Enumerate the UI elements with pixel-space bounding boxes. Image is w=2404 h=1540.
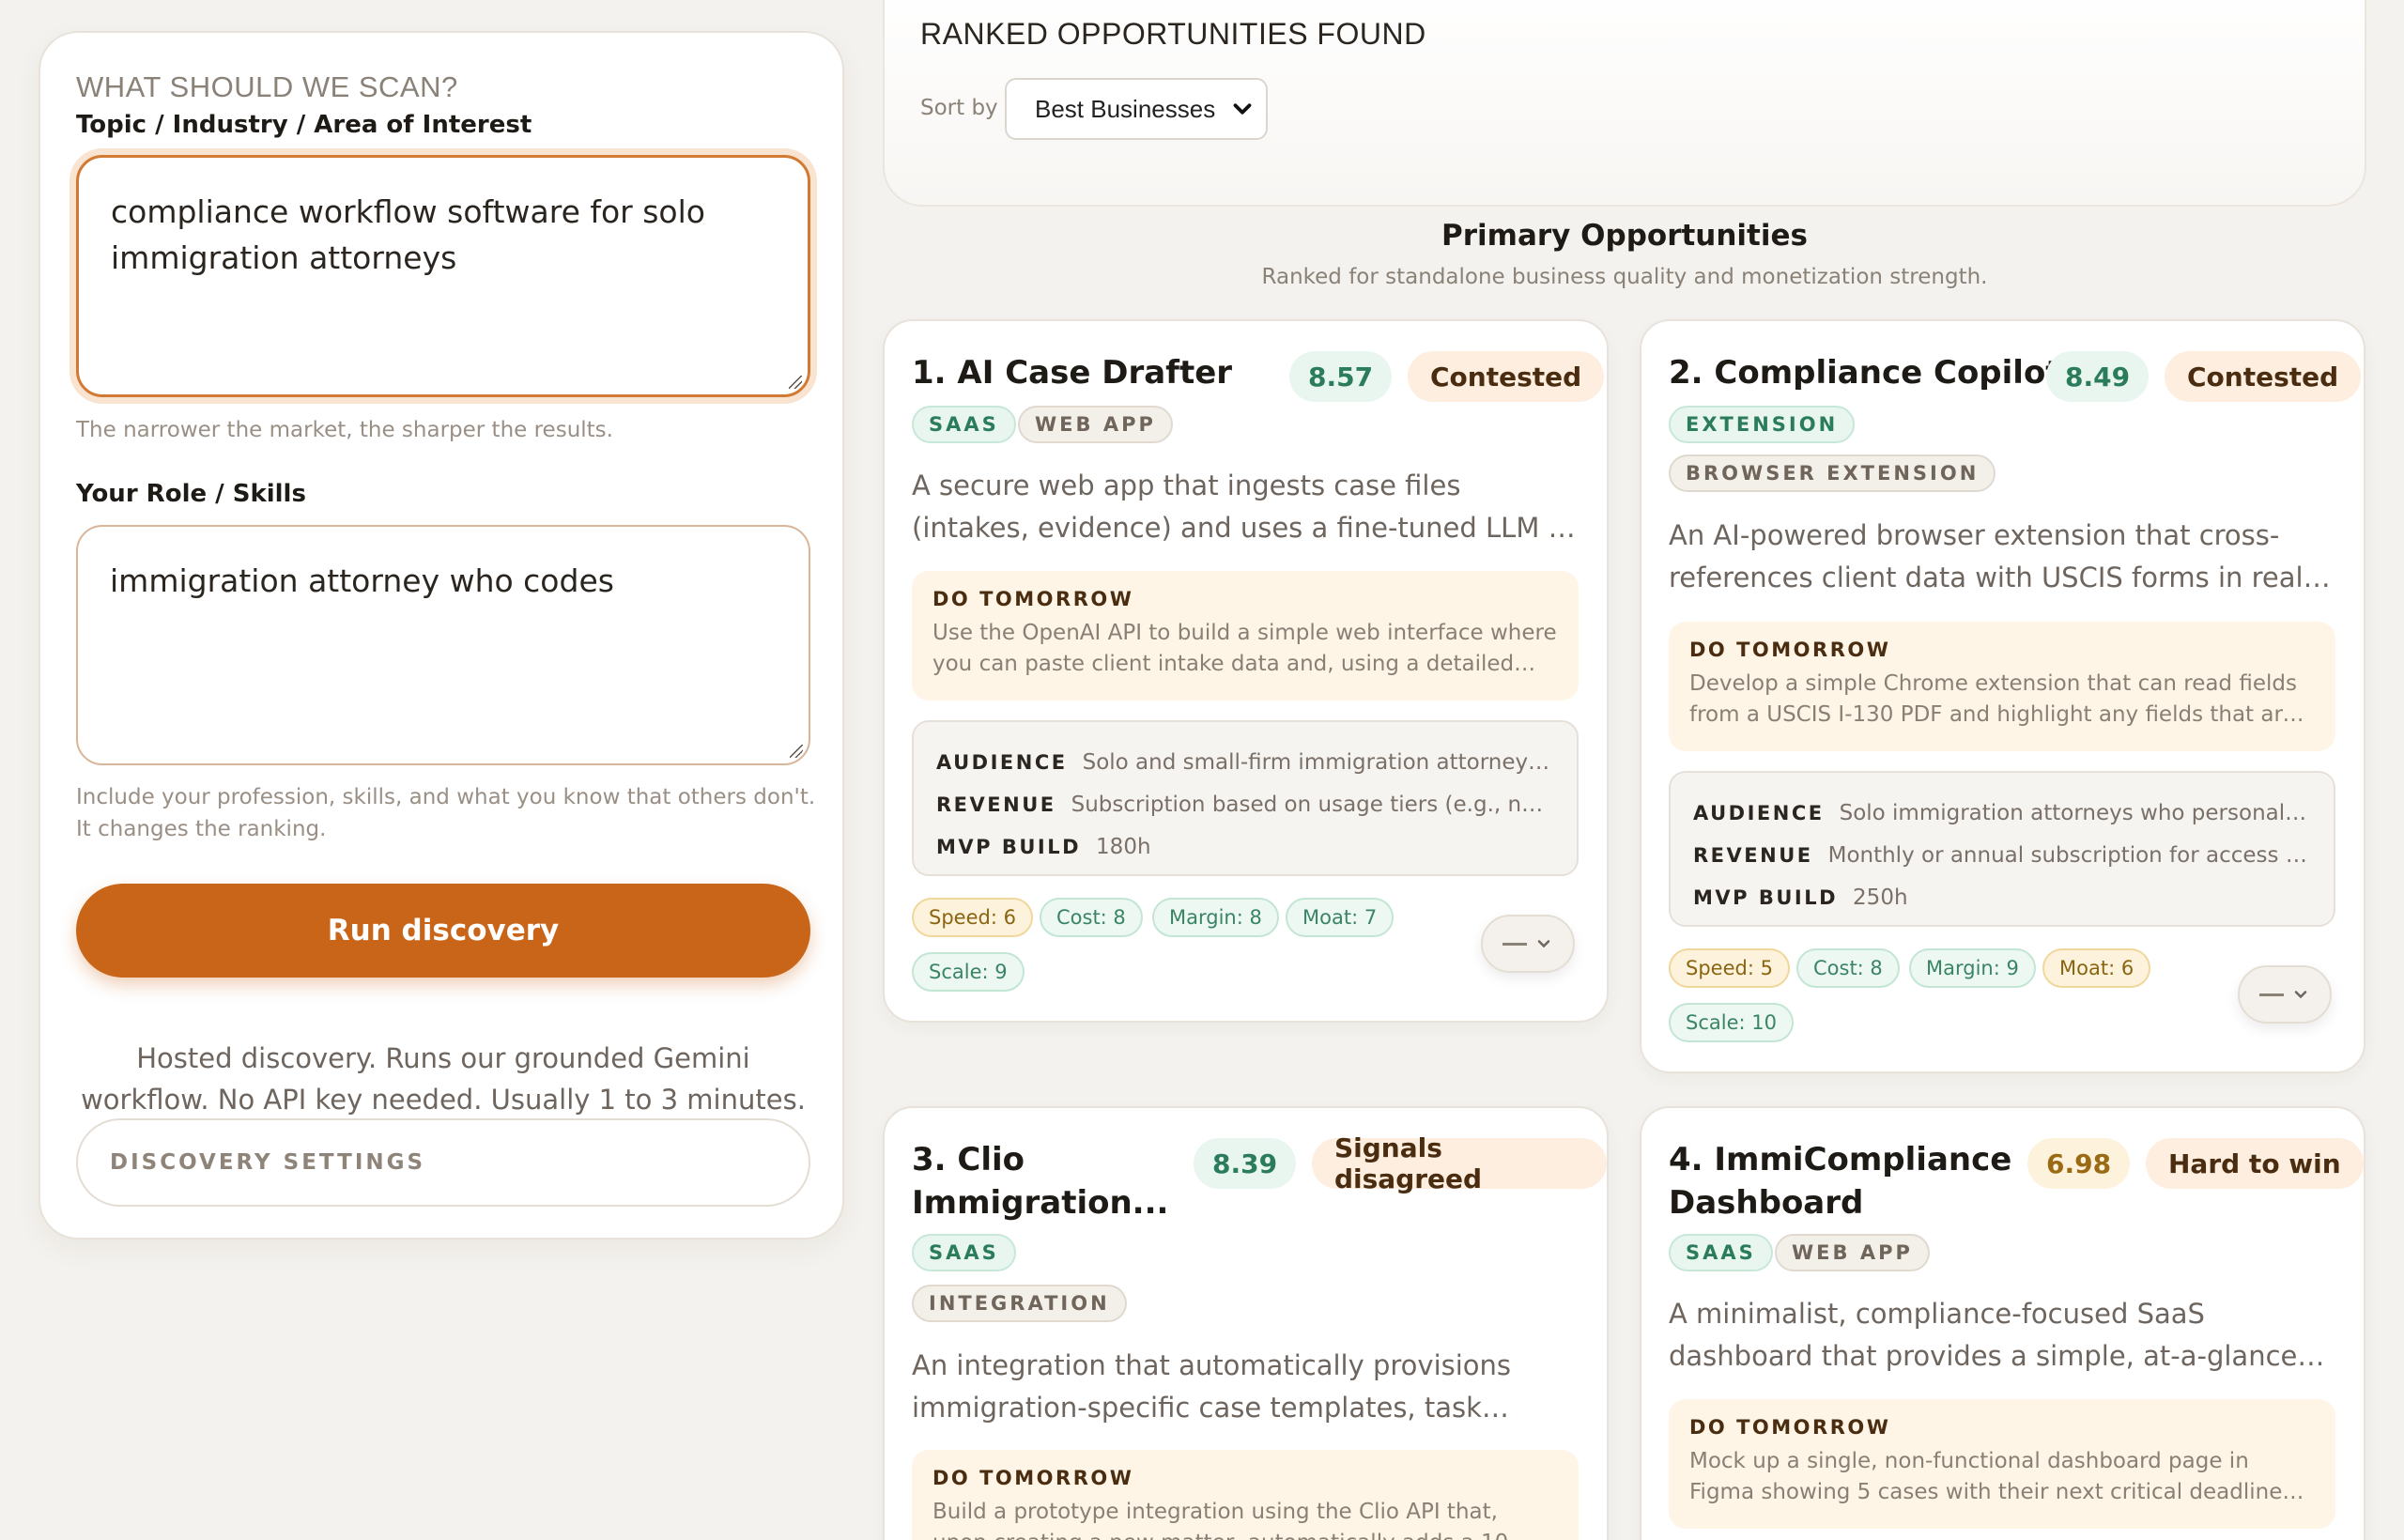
run-discovery-button[interactable]: Run discovery <box>76 884 810 978</box>
mvp-build-row: MVP BUILD 250h <box>1693 876 2311 918</box>
score-badge: 6.98 <box>2027 1138 2131 1189</box>
card-description: An integration that automatically provis… <box>912 1349 1512 1424</box>
section-title: Primary Opportunities <box>1441 219 1808 253</box>
status-badge: Hard to win <box>2146 1138 2364 1189</box>
do-tomorrow-box: DO TOMORROW Use the OpenAI API to build … <box>912 571 1579 701</box>
score-badge: 8.57 <box>1289 351 1393 402</box>
mvp-build-key: MVP BUILD <box>1693 886 1839 909</box>
results-title: RANKED OPPORTUNITIES FOUND <box>920 17 1426 51</box>
opportunity-card: 2. Compliance Copilot 8.49 Contested EXT… <box>1640 319 2365 1073</box>
role-input[interactable]: immigration attorney who codes <box>76 525 810 765</box>
mvp-build-value: 250h <box>1853 885 1908 910</box>
revenue-value: Subscription based on usage tiers (e.g.,… <box>1071 792 1554 817</box>
sort-label: Sort by <box>920 96 998 120</box>
opportunity-card: 3. Clio Immigration... 8.39 Signals disa… <box>883 1106 1609 1540</box>
do-tomorrow-label: DO TOMORROW <box>932 1467 1134 1489</box>
meta-box: AUDIENCE Solo immigration attorneys who p… <box>1669 771 2335 927</box>
discovery-settings-toggle[interactable]: DISCOVERY SETTINGS <box>76 1118 810 1207</box>
chevron-down-icon <box>2294 991 2307 999</box>
topic-hint: The narrower the market, the sharper the… <box>76 418 613 442</box>
topic-label: Topic / Industry / Area of Interest <box>76 111 532 139</box>
tag-web-app: WEB APP <box>1775 1234 1930 1271</box>
role-input-value: immigration attorney who codes <box>110 562 614 599</box>
score-badge: 8.49 <box>2046 351 2150 402</box>
metric-speed: Speed: 6 <box>912 898 1033 937</box>
tag-web-app: WEB APP <box>1018 406 1173 443</box>
scan-heading: WHAT SHOULD WE SCAN? <box>76 70 458 103</box>
metric-speed: Speed: 5 <box>1669 948 1790 988</box>
revenue-row: REVENUE Subscription based on usage tiers… <box>936 783 1554 825</box>
metric-margin: Margin: 9 <box>1909 948 2036 988</box>
dash-icon <box>2259 993 2284 996</box>
status-badge: Signals disagreed <box>1312 1132 1607 1194</box>
metric-moat: Moat: 6 <box>2042 948 2151 988</box>
revenue-key: REVENUE <box>1693 843 1813 867</box>
card-title[interactable]: 4. ImmiCompliance Dashboard <box>1669 1138 2026 1224</box>
do-tomorrow-label: DO TOMORROW <box>1689 1416 1891 1439</box>
mvp-build-row: MVP BUILD 180h <box>936 825 1554 868</box>
expand-toggle[interactable] <box>1481 915 1575 973</box>
role-label: Your Role / Skills <box>76 480 306 508</box>
metric-moat: Moat: 7 <box>1286 898 1395 937</box>
metric-margin: Margin: 8 <box>1152 898 1279 937</box>
opportunity-card: 1. AI Case Drafter 8.57 Contested SAAS W… <box>883 319 1609 1023</box>
status-badge: Contested <box>2165 351 2362 402</box>
do-tomorrow-text: Mock up a single, non-functional dashboa… <box>1689 1449 2283 1504</box>
meta-box: AUDIENCE Solo and small-firm immigration … <box>912 720 1579 876</box>
metric-scale: Scale: 9 <box>912 952 1025 992</box>
tag-extension: EXTENSION <box>1669 406 1856 443</box>
chevron-down-icon <box>1537 940 1550 948</box>
topic-input[interactable]: compliance workflow software for solo im… <box>76 155 810 397</box>
expand-toggle[interactable] <box>2238 965 2332 1024</box>
tag-integration: INTEGRATION <box>912 1285 1127 1322</box>
do-tomorrow-box: DO TOMORROW Develop a simple Chrome exte… <box>1669 622 2335 751</box>
results-header-panel: RANKED OPPORTUNITIES FOUND Sort by Best … <box>883 0 2366 207</box>
topic-input-value: compliance workflow software for solo im… <box>111 193 705 276</box>
do-tomorrow-text: Use the OpenAI API to build a simple web… <box>932 621 1557 676</box>
do-tomorrow-text: Build a prototype integration using the … <box>932 1500 1517 1540</box>
resize-grip-icon[interactable] <box>790 745 803 758</box>
revenue-key: REVENUE <box>936 793 1056 816</box>
audience-key: AUDIENCE <box>936 750 1068 774</box>
sort-select[interactable]: Best Businesses <box>1005 78 1268 140</box>
role-hint: Include your profession, skills, and wha… <box>76 785 816 841</box>
section-subtitle: Ranked for standalone business quality a… <box>1261 265 1988 289</box>
card-description: An AI-powered browser extension that cro… <box>1669 519 2314 593</box>
mvp-build-key: MVP BUILD <box>936 835 1082 858</box>
opportunity-card: 4. ImmiCompliance Dashboard 6.98 Hard to… <box>1640 1106 2365 1540</box>
dash-icon <box>1502 942 1527 946</box>
card-title[interactable]: 2. Compliance Copilot <box>1669 351 2061 394</box>
score-badge: 8.39 <box>1194 1138 1297 1189</box>
metric-scale: Scale: 10 <box>1669 1003 1794 1042</box>
revenue-row: REVENUE Monthly or annual subscription fo… <box>1693 834 2311 876</box>
metric-cost: Cost: 8 <box>1796 948 1900 988</box>
metric-cost: Cost: 8 <box>1040 898 1143 937</box>
audience-value: Solo and small-firm immigration attorney… <box>1082 749 1554 775</box>
audience-row: AUDIENCE Solo and small-firm immigration … <box>936 741 1554 783</box>
card-title[interactable]: 1. AI Case Drafter <box>912 351 1232 394</box>
tag-saas: SAAS <box>1669 1234 1773 1271</box>
scan-form-panel: WHAT SHOULD WE SCAN? Topic / Industry / … <box>39 31 844 1240</box>
do-tomorrow-box: DO TOMORROW Build a prototype integratio… <box>912 1450 1579 1540</box>
chevron-down-icon <box>1233 103 1252 115</box>
do-tomorrow-label: DO TOMORROW <box>1689 639 1891 661</box>
do-tomorrow-text: Develop a simple Chrome extension that c… <box>1689 671 2297 727</box>
revenue-value: Monthly or annual subscription for acces… <box>1827 842 2311 868</box>
do-tomorrow-box: DO TOMORROW Mock up a single, non-functi… <box>1669 1399 2335 1529</box>
hosted-note: Hosted discovery. Runs our grounded Gemi… <box>81 1042 806 1116</box>
audience-value: Solo immigration attorneys who personall… <box>1839 800 2311 825</box>
card-description: A secure web app that ingests case files… <box>912 470 1576 544</box>
audience-key: AUDIENCE <box>1693 801 1825 824</box>
status-badge: Contested <box>1408 351 1605 402</box>
audience-row: AUDIENCE Solo immigration attorneys who p… <box>1693 792 2311 834</box>
tag-saas: SAAS <box>912 406 1016 443</box>
tag-saas: SAAS <box>912 1234 1016 1271</box>
sort-select-value: Best Businesses <box>1035 94 1216 123</box>
tag-browser-extension: BROWSER EXTENSION <box>1669 454 1996 492</box>
card-description: A minimalist, compliance-focused SaaS da… <box>1669 1298 2298 1372</box>
resize-grip-icon[interactable] <box>789 376 802 389</box>
mvp-build-value: 180h <box>1096 834 1151 859</box>
card-title[interactable]: 3. Clio Immigration... <box>912 1138 1175 1224</box>
do-tomorrow-label: DO TOMORROW <box>932 588 1134 610</box>
